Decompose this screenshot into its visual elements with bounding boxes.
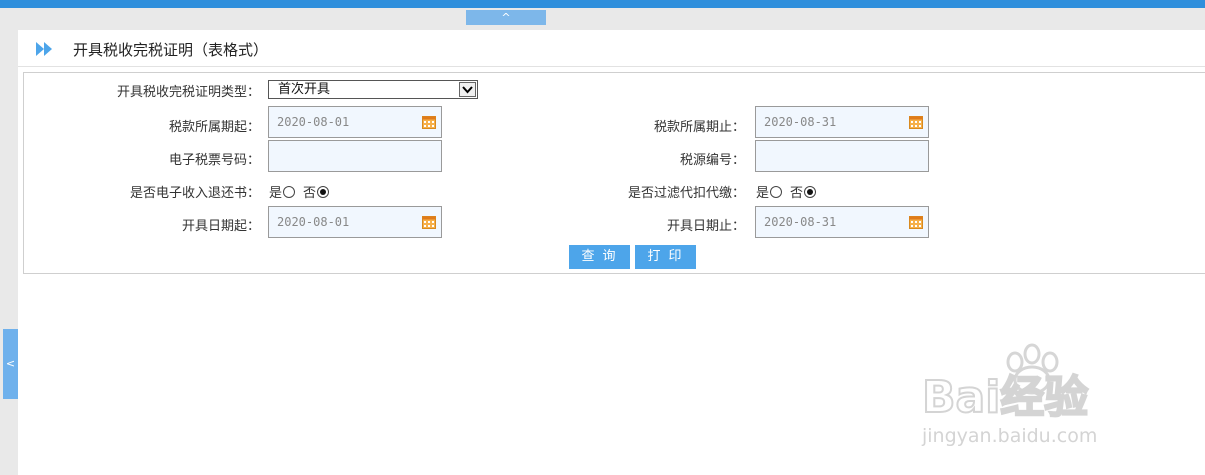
refund-label: 是否电子收入退还书： xyxy=(129,186,260,201)
filter-yes-label: 是 xyxy=(756,186,770,201)
chevron-left-icon: < xyxy=(5,357,16,370)
refund-yes-radio[interactable] xyxy=(283,185,296,198)
e-ticket-input[interactable] xyxy=(268,140,442,172)
filter-yes-radio[interactable] xyxy=(770,185,783,198)
tax-period-start-input[interactable]: 2020-08-01 xyxy=(268,106,442,138)
filter-label: 是否过滤代扣代缴： xyxy=(627,186,745,201)
tax-source-label: 税源编号： xyxy=(679,153,745,168)
expand-sidebar-button[interactable]: < xyxy=(3,329,18,399)
tax-period-end-input[interactable]: 2020-08-31 xyxy=(755,106,929,138)
collapse-top-button[interactable]: ^ xyxy=(466,10,546,25)
left-gutter xyxy=(0,30,18,475)
chevron-up-icon: ^ xyxy=(501,11,511,24)
issue-date-start-value: 2020-08-01 xyxy=(277,215,350,229)
tax-period-end-label: 税款所属期止： xyxy=(653,120,745,135)
refund-no-label: 否 xyxy=(303,186,317,201)
e-ticket-label: 电子税票号码： xyxy=(168,153,260,168)
form-panel xyxy=(23,72,1205,274)
calendar-icon[interactable] xyxy=(909,115,923,129)
top-strip xyxy=(0,0,1205,8)
baidu-jingyan-watermark: Bai经验 jingyan.baidu.com xyxy=(921,343,1097,447)
watermark-url: jingyan.baidu.com xyxy=(921,425,1097,447)
calendar-icon[interactable] xyxy=(422,215,436,229)
double-arrow-icon xyxy=(36,42,52,56)
issue-date-start-input[interactable]: 2020-08-01 xyxy=(268,206,442,238)
refund-radio-group: 是 否 xyxy=(269,182,337,201)
refund-yes-label: 是 xyxy=(269,186,283,201)
page-title: 开具税收完税证明（表格式） xyxy=(73,41,269,59)
tax-period-start-label: 税款所属期起： xyxy=(168,120,260,135)
page-header: 开具税收完税证明（表格式） xyxy=(18,30,1205,67)
issue-date-end-label: 开具日期止： xyxy=(666,219,745,234)
tax-source-input[interactable] xyxy=(755,140,929,172)
print-button[interactable]: 打印 xyxy=(635,245,696,269)
query-button[interactable]: 查询 xyxy=(569,245,630,269)
chevron-down-icon[interactable] xyxy=(459,82,476,97)
certificate-type-select[interactable]: 首次开具 xyxy=(268,80,478,99)
filter-radio-group: 是 否 xyxy=(756,182,824,201)
calendar-icon[interactable] xyxy=(909,215,923,229)
certificate-type-value: 首次开具 xyxy=(278,82,331,97)
tax-period-start-value: 2020-08-01 xyxy=(277,115,350,129)
issue-date-start-label: 开具日期起： xyxy=(181,219,260,234)
issue-date-end-input[interactable]: 2020-08-31 xyxy=(755,206,929,238)
filter-no-radio[interactable] xyxy=(804,185,817,198)
filter-no-label: 否 xyxy=(790,186,804,201)
watermark-brand: Bai经验 xyxy=(922,372,1088,423)
top-bar xyxy=(0,8,1205,30)
issue-date-end-value: 2020-08-31 xyxy=(764,215,837,229)
type-label: 开具税收完税证明类型： xyxy=(116,85,260,100)
tax-period-end-value: 2020-08-31 xyxy=(764,115,837,129)
refund-no-radio[interactable] xyxy=(317,185,330,198)
calendar-icon[interactable] xyxy=(422,115,436,129)
